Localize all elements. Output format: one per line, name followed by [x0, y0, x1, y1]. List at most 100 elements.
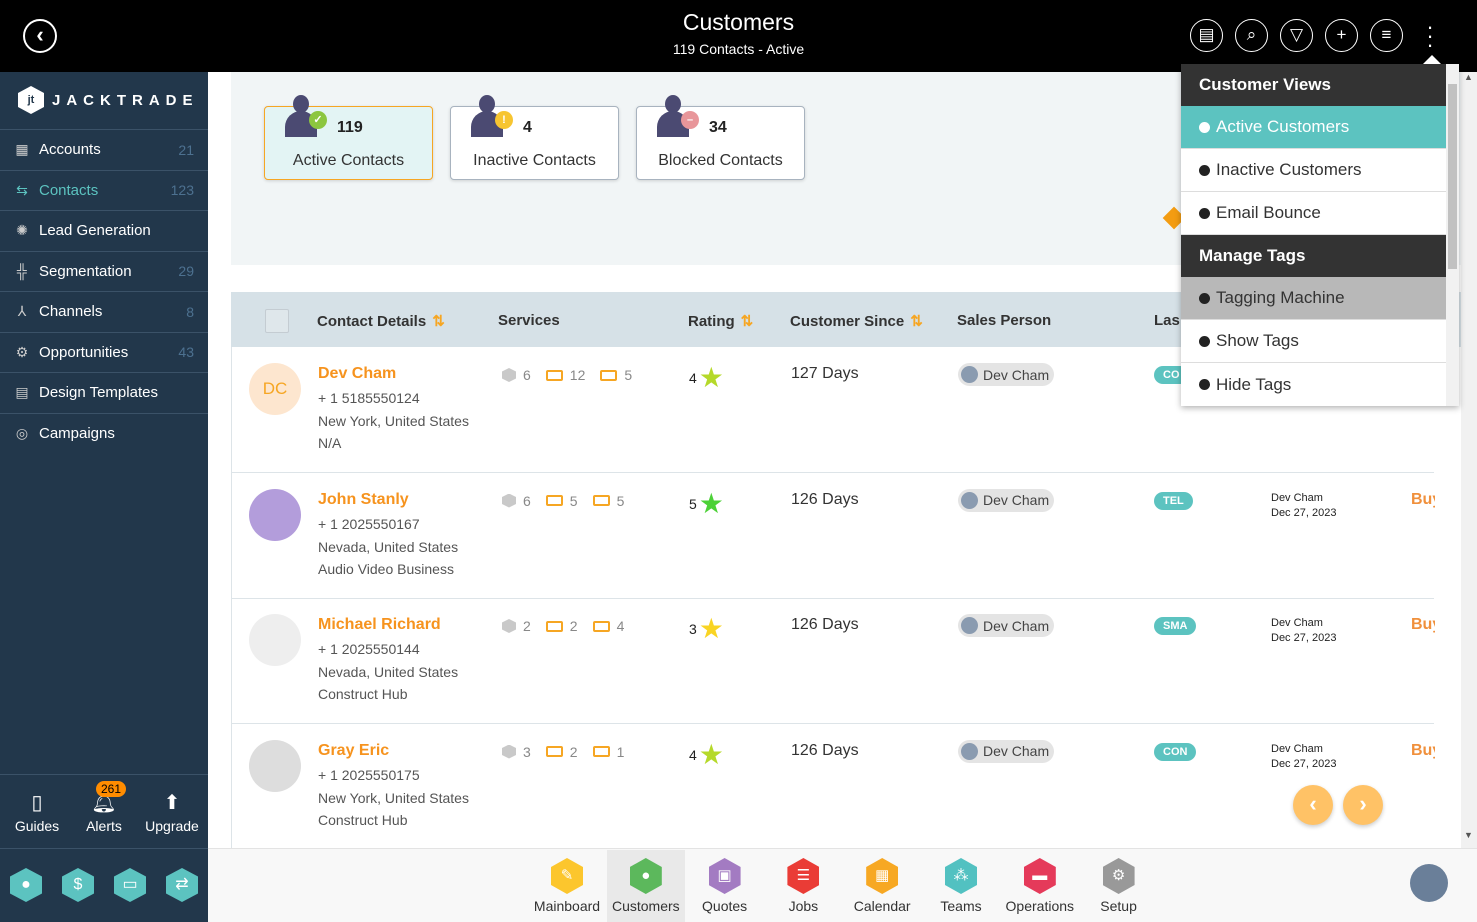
list-icon[interactable]: ≡ [1370, 19, 1403, 52]
plus-icon[interactable]: + [1325, 19, 1358, 52]
search-icon[interactable]: ⌕ [1235, 19, 1268, 52]
stat-card-active[interactable]: ✓ 119 Active Contacts [264, 95, 433, 180]
contact-name[interactable]: Gray Eric [318, 742, 389, 760]
sidebar-item-campaigns[interactable]: ◎ Campaigns [0, 412, 208, 454]
prev-page-button[interactable]: ‹ [1293, 785, 1333, 825]
sales-person-chip[interactable]: Dev Cham [958, 614, 1055, 637]
tag-badge: SMA [1154, 617, 1197, 635]
invoice-icon [592, 495, 610, 506]
header-customer-since[interactable]: Customer Since ⇅ [790, 312, 923, 330]
buy-link[interactable]: Buy [1411, 491, 1435, 509]
nav-label: Customers [611, 898, 680, 914]
stat-card-inactive[interactable]: ! 4 Inactive Contacts [450, 95, 619, 180]
person-icon: ✓ [285, 95, 327, 139]
alerts-label: Alerts [86, 818, 122, 834]
stat-count: 119 [337, 119, 363, 136]
menu-item-inactive-customers[interactable]: Inactive Customers [1181, 149, 1446, 192]
contact-location: Nevada, United States [318, 538, 459, 555]
table-row[interactable]: Michael Richard + 1 2025550144 Nevada, U… [231, 598, 1435, 724]
guides-button[interactable]: ▯ Guides [4, 790, 70, 834]
avatar[interactable] [1410, 864, 1448, 902]
nav-jobs[interactable]: ☰ Jobs [764, 850, 842, 922]
stat-card-blocked[interactable]: –34 Blocked Contacts [636, 95, 805, 180]
sidebar-item-channels[interactable]: ⅄ Channels 8 [0, 291, 208, 332]
quote-icon [545, 495, 563, 506]
menu-item-tagging-machine[interactable]: Tagging Machine [1181, 277, 1446, 320]
person-icon: ! [471, 95, 513, 139]
menu-item-email-bounce[interactable]: Email Bounce [1181, 192, 1446, 235]
services: 321 [502, 744, 624, 760]
dropdown-scrollbar[interactable] [1446, 64, 1459, 406]
contact-name[interactable]: Michael Richard [318, 616, 441, 634]
rating: 5 ★ [689, 487, 724, 519]
nav-setup[interactable]: ⚙ Setup [1080, 850, 1158, 922]
operations-icon: ▬ [1023, 858, 1056, 894]
table-row[interactable]: Gray Eric + 1 2025550175 New York, Unite… [231, 723, 1435, 850]
upgrade-button[interactable]: ⬆ Upgrade [139, 790, 205, 834]
header-contact-details[interactable]: Contact Details ⇅ [317, 312, 445, 330]
nav-label: Calendar [853, 898, 911, 914]
quote-icon [545, 746, 563, 757]
sidebar-item-design-templates[interactable]: ▤ Design Templates [0, 372, 208, 413]
service-icon [502, 619, 516, 633]
building-icon: ▦ [15, 141, 29, 158]
nav-label: Operations [1005, 898, 1075, 914]
channels-icon: ⅄ [17, 303, 27, 320]
nav-teams[interactable]: ⁂ Teams [922, 850, 1000, 922]
menu-item-active-customers[interactable]: Active Customers [1181, 106, 1446, 149]
sidebar-item-contacts[interactable]: ⇆ Contacts 123 [0, 169, 208, 211]
nav-customers[interactable]: ● Customers [606, 850, 685, 922]
services: 224 [502, 618, 624, 634]
avatar: DC [249, 363, 301, 415]
stat-label: Blocked Contacts [658, 152, 783, 169]
sidebar-item-count: 123 [170, 182, 194, 199]
sales-person-chip[interactable]: Dev Cham [958, 488, 1055, 512]
sidebar-item-segmentation[interactable]: ╬ Segmentation 29 [0, 250, 208, 292]
buy-link[interactable]: Buy [1411, 616, 1435, 634]
sales-person-chip[interactable]: Dev Cham [958, 739, 1055, 763]
contact-card-icon[interactable]: ▤ [1190, 19, 1223, 52]
nav-label: Quotes [702, 898, 748, 914]
tag-badge: CON [1154, 742, 1197, 761]
table-row[interactable]: John Stanly + 1 2025550167 Nevada, Unite… [231, 472, 1435, 599]
contact-company: Construct Hub [318, 686, 408, 702]
star-icon: ★ [698, 738, 724, 770]
menu-item-show-tags[interactable]: Show Tags [1181, 320, 1446, 363]
campaigns-icon: ◎ [15, 424, 29, 441]
kebab-icon[interactable]: · · · [1422, 16, 1438, 56]
contact-company: Audio Video Business [318, 560, 454, 577]
sidebar-item-label: Campaigns [39, 424, 115, 442]
opportunities-icon: ⚙ [15, 343, 29, 360]
sidebar-item-lead-generation[interactable]: ✺ Lead Generation [0, 210, 208, 251]
divider [0, 774, 208, 775]
sidebar-item-opportunities[interactable]: ⚙ Opportunities 43 [0, 331, 208, 373]
sidebar-item-accounts[interactable]: ▦ Accounts 21 [0, 129, 208, 170]
jobs-icon: ☰ [787, 858, 820, 894]
nav-operations[interactable]: ▬ Operations [1001, 850, 1079, 922]
stat-count: 34 [709, 119, 727, 136]
contact-name[interactable]: Dev Cham [318, 365, 396, 383]
buy-link[interactable]: Buy [1411, 742, 1435, 760]
avatar [961, 366, 978, 383]
customers-icon: ● [629, 858, 662, 894]
sales-person-chip[interactable]: Dev Cham [958, 363, 1055, 386]
last-activity: Dev Cham Dec 27, 2023 [1271, 491, 1337, 519]
nav-quotes[interactable]: ▣ Quotes [686, 850, 764, 922]
section-customer-views: Customer Views [1181, 64, 1446, 106]
contact-location: New York, United States [318, 789, 469, 806]
header-rating[interactable]: Rating ⇅ [688, 312, 753, 330]
scrollbar[interactable]: ▲ ▼ [1461, 72, 1477, 848]
customer-since: 127 Days [791, 365, 859, 382]
quote-icon [545, 620, 563, 632]
sidebar-item-label: Contacts [39, 181, 99, 199]
filter-icon[interactable]: ▽ [1280, 19, 1313, 52]
select-all-checkbox[interactable] [265, 309, 289, 333]
menu-item-hide-tags[interactable]: Hide Tags [1181, 363, 1446, 406]
stat-label: Active Contacts [292, 152, 405, 169]
contact-name[interactable]: John Stanly [318, 491, 409, 509]
service-icon [502, 493, 516, 508]
next-page-button[interactable]: › [1343, 785, 1383, 825]
nav-calendar[interactable]: ▦ Calendar [843, 850, 921, 922]
nav-mainboard[interactable]: ✎ Mainboard [528, 850, 606, 922]
sidebar-item-count: 8 [186, 303, 194, 320]
